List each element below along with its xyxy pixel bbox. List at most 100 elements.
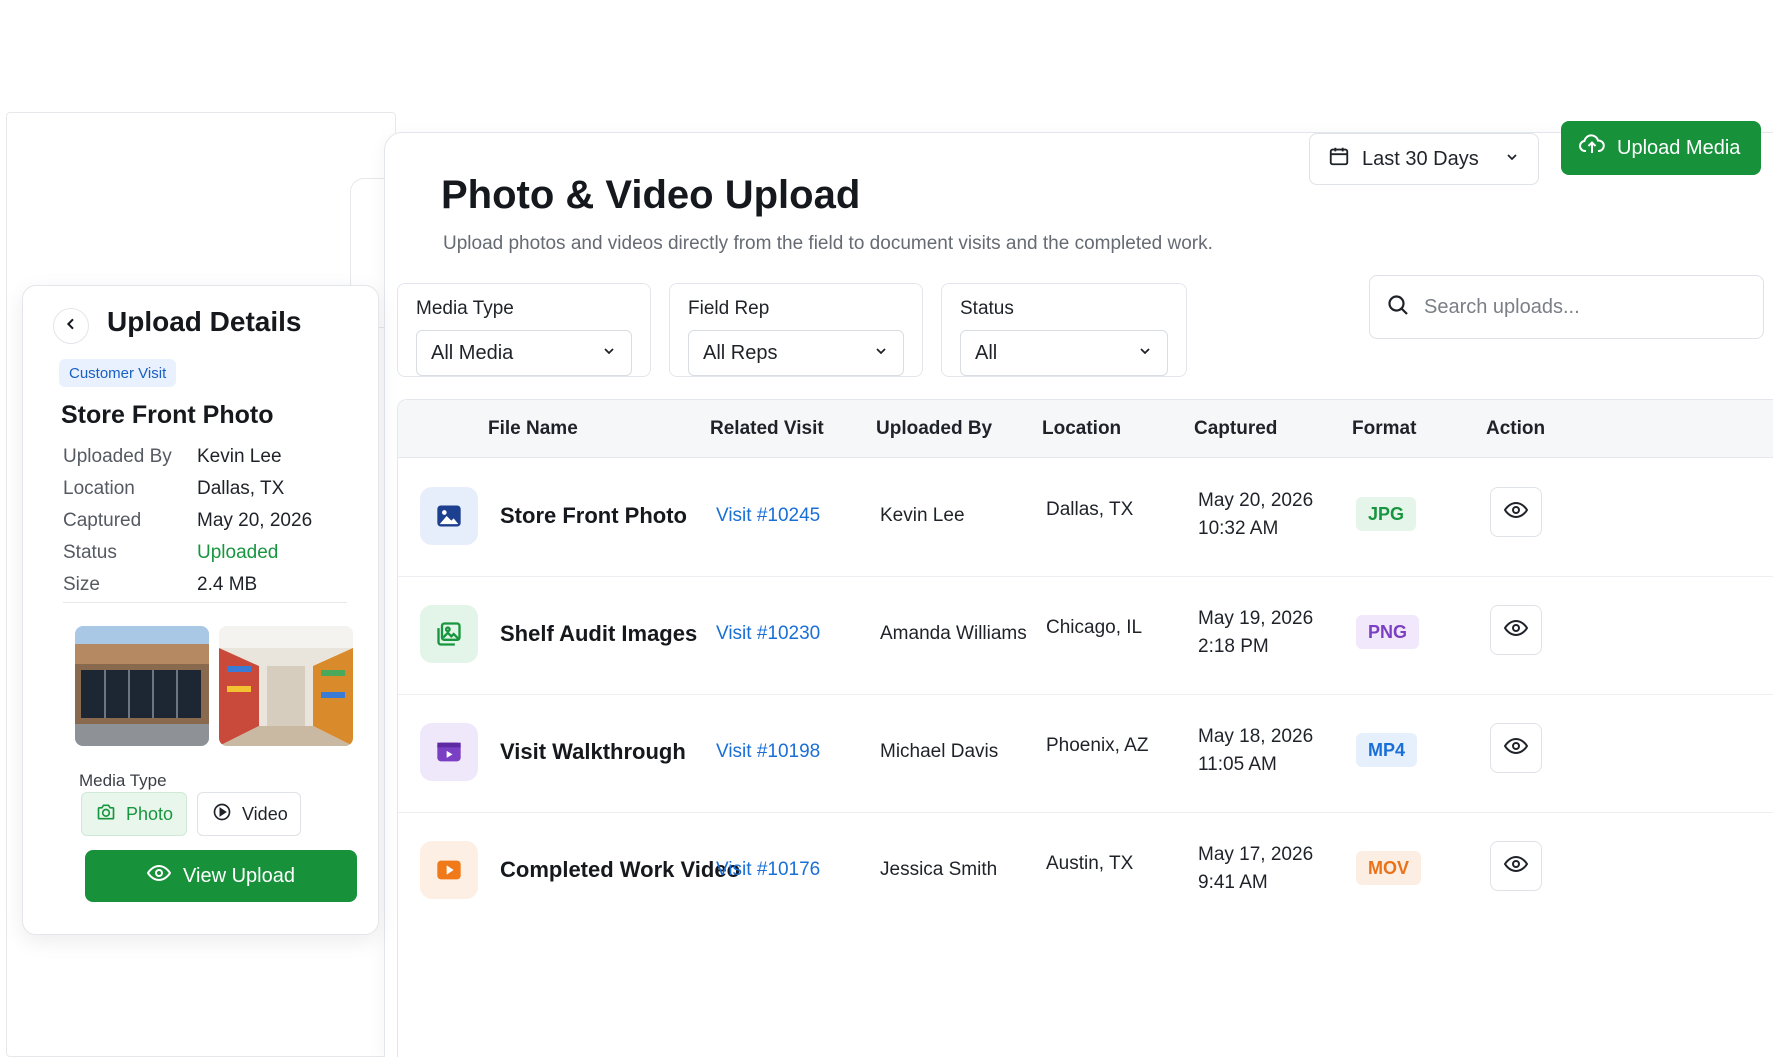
search-input[interactable]: [1424, 295, 1724, 319]
table-row[interactable]: Store Front Photo Visit #10245 Kevin Lee…: [398, 459, 1773, 577]
detail-key: Captured: [63, 510, 142, 531]
status-select[interactable]: All: [960, 330, 1168, 376]
upload-details-card: Upload Details Customer Visit Store Fron…: [22, 285, 379, 935]
format-badge: PNG: [1356, 615, 1420, 649]
cloud-upload-icon: [1579, 134, 1605, 162]
column-related-visit[interactable]: Related Visit: [710, 418, 824, 440]
storefront-thumbnail[interactable]: [75, 626, 209, 746]
divider: [63, 602, 347, 603]
image-icon: [420, 487, 478, 545]
visit-link[interactable]: Visit #10245: [716, 505, 820, 527]
captured-datetime: May 19, 2026 2:18 PM: [1198, 605, 1313, 661]
photo-option[interactable]: Photo: [81, 792, 187, 836]
file-name: Completed Work Video: [500, 857, 741, 882]
view-button[interactable]: [1490, 841, 1542, 891]
date-range-label: Last 30 Days: [1362, 147, 1479, 170]
uploader-name: Kevin Lee: [880, 505, 965, 526]
page-title: Photo & Video Upload: [441, 173, 861, 217]
status-value: Uploaded: [197, 542, 279, 563]
calendar-icon: [1328, 145, 1350, 173]
details-title: Upload Details: [107, 306, 302, 337]
media-type-value: All Media: [431, 341, 514, 364]
upload-media-button[interactable]: Upload Media: [1561, 121, 1761, 175]
captured-time: 10:32 AM: [1198, 518, 1279, 539]
captured-date: May 18, 2026: [1198, 726, 1314, 747]
back-button[interactable]: [53, 308, 89, 344]
captured-datetime: May 18, 2026 11:05 AM: [1198, 723, 1313, 779]
eye-icon: [1503, 852, 1529, 881]
visit-link[interactable]: Visit #10176: [716, 859, 820, 881]
field-rep-select[interactable]: All Reps: [688, 330, 904, 376]
media-type-select[interactable]: All Media: [416, 330, 632, 376]
view-button[interactable]: [1490, 723, 1542, 773]
visit-link[interactable]: Visit #10198: [716, 741, 820, 763]
detail-value: May 20, 2026: [197, 510, 313, 531]
captured-time: 11:05 AM: [1198, 754, 1277, 775]
chevron-down-icon: [1137, 342, 1153, 365]
field-rep-filter: Field Rep All Reps: [669, 283, 923, 377]
format-badge: JPG: [1356, 497, 1417, 531]
chevron-left-icon: [63, 316, 79, 337]
view-button[interactable]: [1490, 487, 1542, 537]
field-rep-value: All Reps: [703, 341, 778, 364]
captured-datetime: May 17, 2026 9:41 AM: [1198, 841, 1313, 897]
detail-key: Size: [63, 574, 100, 595]
table-row[interactable]: Completed Work Video Visit #10176 Jessic…: [398, 813, 1773, 931]
camera-icon: [96, 802, 116, 827]
uploader-name: Michael Davis: [880, 741, 999, 762]
video-clip-icon: [420, 723, 478, 781]
date-range-dropdown[interactable]: Last 30 Days: [1309, 133, 1539, 185]
detail-key: Location: [63, 478, 135, 499]
visit-link[interactable]: Visit #10230: [716, 623, 820, 645]
column-file-name[interactable]: File Name: [488, 418, 578, 440]
view-upload-button[interactable]: View Upload: [85, 850, 357, 902]
file-name: Store Front Photo: [500, 503, 687, 528]
page-subtitle: Upload photos and videos directly from t…: [443, 233, 1213, 254]
uploader-name: Amanda Williams: [880, 623, 1027, 644]
detail-key: Status: [63, 542, 117, 563]
table-row[interactable]: Shelf Audit Images Visit #10230 Amanda W…: [398, 577, 1773, 695]
column-action: Action: [1486, 418, 1546, 439]
location: Austin, TX: [1046, 853, 1134, 874]
video-option-label: Video: [242, 803, 288, 824]
eye-icon: [1503, 616, 1529, 645]
column-format[interactable]: Format: [1352, 418, 1416, 440]
file-name: Visit Walkthrough: [500, 739, 686, 764]
column-uploaded-by[interactable]: Uploaded By: [876, 418, 992, 440]
status-filter: Status All: [941, 283, 1187, 377]
media-type-filter: Media Type All Media: [397, 283, 651, 377]
chevron-down-icon: [873, 342, 889, 365]
video-option[interactable]: Video: [197, 792, 301, 836]
table-row[interactable]: Visit Walkthrough Visit #10198 Michael D…: [398, 695, 1773, 813]
detail-value: Dallas, TX: [197, 478, 285, 499]
status-label: Status: [960, 298, 1014, 319]
captured-date: May 17, 2026: [1198, 844, 1314, 865]
table-header: File Name Related Visit Uploaded By Loca…: [398, 400, 1773, 458]
status-value: All: [975, 341, 998, 364]
location: Phoenix, AZ: [1046, 735, 1149, 756]
search-icon: [1386, 293, 1410, 322]
view-button[interactable]: [1490, 605, 1542, 655]
play-circle-icon: [212, 802, 232, 827]
eye-icon: [1503, 734, 1529, 763]
store-aisle-thumbnail[interactable]: [219, 626, 353, 746]
media-upload-panel: Photo & Video Upload Upload photos and v…: [384, 121, 1773, 1057]
detail-value: Kevin Lee: [197, 446, 282, 467]
format-badge: MP4: [1356, 733, 1418, 767]
visit-type-tag: Customer Visit: [59, 359, 177, 387]
upload-media-label: Upload Media: [1617, 136, 1741, 159]
captured-datetime: May 20, 2026 10:32 AM: [1198, 487, 1313, 543]
detail-value: 2.4 MB: [197, 574, 258, 595]
chevron-down-icon: [1504, 148, 1520, 171]
column-captured[interactable]: Captured: [1194, 418, 1277, 440]
photo-option-label: Photo: [126, 803, 174, 824]
gallery-icon: [420, 605, 478, 663]
eye-icon: [146, 861, 172, 891]
record-title: Store Front Photo: [61, 401, 274, 429]
uploader-name: Jessica Smith: [880, 859, 998, 880]
search-box: [1369, 275, 1764, 339]
media-type-label: Media Type: [416, 298, 514, 319]
column-location[interactable]: Location: [1042, 418, 1121, 440]
uploads-table: File Name Related Visit Uploaded By Loca…: [397, 399, 1773, 1057]
file-name: Shelf Audit Images: [500, 621, 698, 646]
